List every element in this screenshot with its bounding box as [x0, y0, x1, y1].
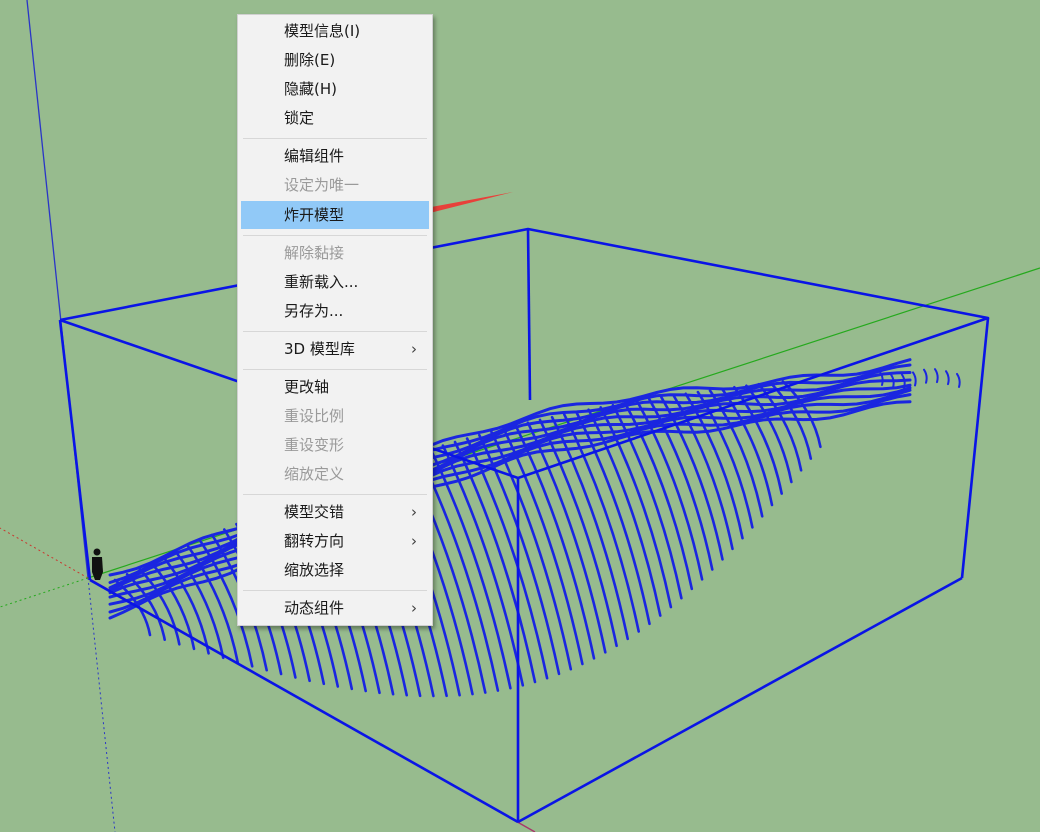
menu-item-scale-definition: 缩放定义	[241, 460, 429, 488]
menu-item-label: 3D 模型库	[284, 340, 355, 358]
menu-item-label: 设定为唯一	[284, 176, 360, 194]
menu-item-label: 重设变形	[284, 436, 345, 454]
chevron-right-icon: ›	[411, 532, 417, 550]
menu-item-label: 炸开模型	[284, 206, 345, 224]
menu-item-label: 删除(E)	[284, 51, 336, 69]
menu-item-label: 重设比例	[284, 407, 345, 425]
menu-item-unglue: 解除黏接	[241, 239, 429, 267]
menu-item-flip-along[interactable]: 翻转方向 ›	[241, 527, 429, 555]
menu-item-edit-component[interactable]: 编辑组件	[241, 142, 429, 170]
menu-item-3d-warehouse[interactable]: 3D 模型库 ›	[241, 335, 429, 363]
menu-item-label: 模型交错	[284, 503, 345, 521]
menu-item-change-axes[interactable]: 更改轴	[241, 373, 429, 401]
menu-item-entity-info[interactable]: 模型信息(I)	[241, 17, 429, 45]
menu-item-reload[interactable]: 重新载入...	[241, 268, 429, 296]
context-menu: 模型信息(I) 删除(E) 隐藏(H) 锁定 编辑组件 设定为唯一 炸开模型 解…	[237, 14, 433, 626]
menu-item-explode[interactable]: 炸开模型	[241, 201, 429, 229]
menu-item-save-as[interactable]: 另存为...	[241, 297, 429, 325]
menu-item-label: 锁定	[284, 109, 315, 127]
menu-item-hide[interactable]: 隐藏(H)	[241, 75, 429, 103]
menu-item-label: 编辑组件	[284, 147, 345, 165]
menu-item-zoom-selection[interactable]: 缩放选择	[241, 556, 429, 584]
menu-item-label: 缩放定义	[284, 465, 345, 483]
menu-separator	[243, 590, 427, 591]
menu-separator	[243, 494, 427, 495]
menu-item-label: 更改轴	[284, 378, 330, 396]
menu-item-label: 模型信息(I)	[284, 22, 361, 40]
menu-item-label: 翻转方向	[284, 532, 345, 550]
menu-item-make-unique: 设定为唯一	[241, 171, 429, 199]
menu-item-reset-skew: 重设变形	[241, 431, 429, 459]
chevron-right-icon: ›	[411, 503, 417, 521]
menu-item-label: 缩放选择	[284, 561, 345, 579]
menu-item-label: 隐藏(H)	[284, 80, 337, 98]
viewport-background	[0, 0, 1040, 832]
chevron-right-icon: ›	[411, 340, 417, 358]
menu-separator	[243, 138, 427, 139]
3d-viewport[interactable]	[0, 0, 1040, 832]
menu-separator	[243, 331, 427, 332]
menu-item-label: 重新载入...	[284, 273, 359, 291]
model-scene[interactable]	[0, 0, 1040, 832]
menu-separator	[243, 235, 427, 236]
menu-item-dynamic-components[interactable]: 动态组件 ›	[241, 594, 429, 622]
chevron-right-icon: ›	[411, 599, 417, 617]
menu-item-lock[interactable]: 锁定	[241, 104, 429, 132]
menu-item-label: 动态组件	[284, 599, 345, 617]
menu-item-intersect-faces[interactable]: 模型交错 ›	[241, 498, 429, 526]
menu-item-delete[interactable]: 删除(E)	[241, 46, 429, 74]
menu-item-reset-scale: 重设比例	[241, 402, 429, 430]
menu-item-label: 另存为...	[284, 302, 344, 320]
menu-separator	[243, 369, 427, 370]
menu-item-label: 解除黏接	[284, 244, 345, 262]
